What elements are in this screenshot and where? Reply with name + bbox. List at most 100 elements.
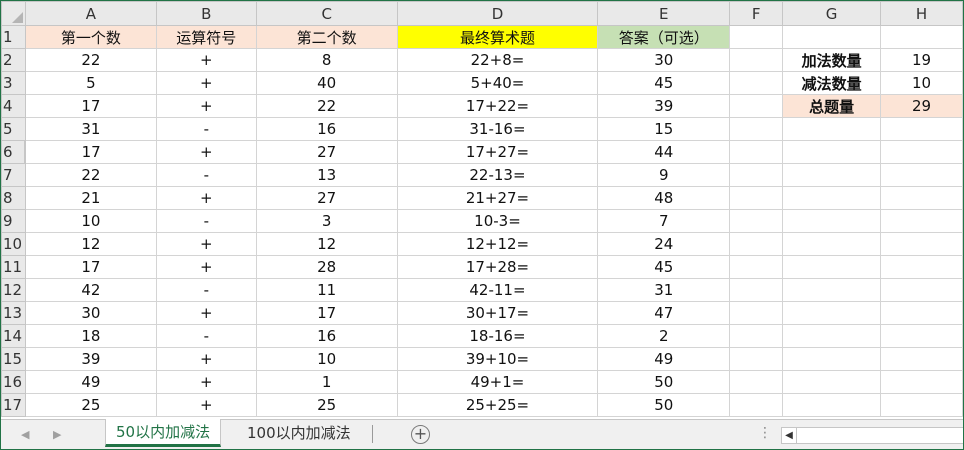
cell-e2[interactable]: 30 (597, 48, 731, 72)
row-header[interactable]: 3 (1, 71, 26, 95)
cell-b8[interactable]: + (155, 186, 257, 210)
cell-h13[interactable] (880, 301, 963, 325)
cell-d4[interactable]: 17+22= (396, 94, 599, 118)
cell-b13[interactable]: + (155, 301, 257, 325)
row-header[interactable]: 1 (1, 25, 26, 49)
scroll-left-arrow-icon[interactable]: ◀ (782, 428, 797, 443)
cell-e4[interactable]: 39 (597, 94, 731, 118)
cell-d1[interactable]: 最终算术题 (396, 25, 599, 49)
row-header[interactable]: 15 (1, 347, 26, 371)
cell-c13[interactable]: 17 (255, 301, 398, 325)
cell-e10[interactable]: 24 (597, 232, 731, 256)
column-header-f[interactable]: F (729, 1, 784, 26)
cell-a11[interactable]: 17 (24, 255, 157, 279)
cell-c12[interactable]: 11 (255, 278, 398, 302)
row-header[interactable]: 10 (1, 232, 26, 256)
column-header-a[interactable]: A (24, 1, 157, 26)
cell-c16[interactable]: 1 (255, 370, 398, 394)
cell-f7[interactable] (729, 163, 784, 187)
cell-c2[interactable]: 8 (255, 48, 398, 72)
cell-h11[interactable] (880, 255, 963, 279)
row-header[interactable]: 17 (1, 393, 26, 417)
cell-f1[interactable] (729, 25, 784, 49)
column-header-d[interactable]: D (396, 1, 599, 26)
cell-g17[interactable] (782, 393, 882, 417)
cell-c1[interactable]: 第二个数 (255, 25, 398, 49)
cell-e16[interactable]: 50 (597, 370, 731, 394)
row-header[interactable]: 6 (1, 140, 27, 164)
cell-f9[interactable] (729, 209, 784, 233)
cell-b16[interactable]: + (155, 370, 257, 394)
cell-h2[interactable]: 19 (880, 48, 963, 72)
cell-h12[interactable] (880, 278, 963, 302)
cell-a8[interactable]: 21 (24, 186, 157, 210)
cell-e11[interactable]: 45 (597, 255, 731, 279)
cell-g16[interactable] (782, 370, 882, 394)
cell-b3[interactable]: + (155, 71, 257, 95)
cell-b7[interactable]: - (155, 163, 257, 187)
cell-b10[interactable]: + (155, 232, 257, 256)
cell-b11[interactable]: + (155, 255, 257, 279)
cell-c17[interactable]: 25 (255, 393, 398, 417)
column-header-c[interactable]: C (255, 1, 398, 26)
cell-f15[interactable] (729, 347, 784, 371)
cell-h15[interactable] (880, 347, 963, 371)
cell-c14[interactable]: 16 (255, 324, 398, 348)
sheet-tab-50[interactable]: 50以内加减法 (105, 419, 222, 447)
cell-g1[interactable] (782, 25, 882, 49)
cell-h14[interactable] (880, 324, 963, 348)
cell-e13[interactable]: 47 (597, 301, 731, 325)
cell-a6[interactable]: 17 (24, 140, 157, 164)
cell-g4[interactable]: 总题量 (782, 94, 882, 118)
cell-d11[interactable]: 17+28= (396, 255, 599, 279)
cell-e12[interactable]: 31 (597, 278, 731, 302)
cell-d6[interactable]: 17+27= (396, 140, 599, 164)
cell-a4[interactable]: 17 (24, 94, 157, 118)
cell-e7[interactable]: 9 (597, 163, 731, 187)
cell-f2[interactable] (729, 48, 784, 72)
row-header[interactable]: 8 (1, 186, 26, 210)
cell-f6[interactable] (729, 140, 784, 164)
cell-f13[interactable] (729, 301, 784, 325)
cell-f12[interactable] (729, 278, 784, 302)
cell-d17[interactable]: 25+25= (396, 393, 599, 417)
cell-c3[interactable]: 40 (255, 71, 398, 95)
cell-h10[interactable] (880, 232, 963, 256)
cell-h16[interactable] (880, 370, 963, 394)
cell-b9[interactable]: - (155, 209, 257, 233)
cell-h5[interactable] (880, 117, 963, 141)
cell-c5[interactable]: 16 (255, 117, 398, 141)
scroll-tabs-right-icon[interactable]: ▶ (53, 428, 61, 441)
cell-f10[interactable] (729, 232, 784, 256)
row-header[interactable]: 11 (1, 255, 26, 279)
cell-a17[interactable]: 25 (24, 393, 157, 417)
cell-a1[interactable]: 第一个数 (24, 25, 157, 49)
cell-g15[interactable] (782, 347, 882, 371)
cell-h3[interactable]: 10 (880, 71, 963, 95)
cell-f17[interactable] (729, 393, 784, 417)
cell-g9[interactable] (782, 209, 882, 233)
cell-g12[interactable] (782, 278, 882, 302)
cell-h6[interactable] (880, 140, 963, 164)
cell-c15[interactable]: 10 (255, 347, 398, 371)
cell-g8[interactable] (782, 186, 882, 210)
cell-b5[interactable]: - (155, 117, 257, 141)
cell-c10[interactable]: 12 (255, 232, 398, 256)
horizontal-scrollbar[interactable]: ◀ (781, 427, 963, 444)
cell-c6[interactable]: 27 (255, 140, 398, 164)
cell-a2[interactable]: 22 (24, 48, 157, 72)
row-header[interactable]: 4 (1, 94, 26, 118)
cell-d13[interactable]: 30+17= (396, 301, 599, 325)
cell-a3[interactable]: 5 (24, 71, 157, 95)
cell-b14[interactable]: - (155, 324, 257, 348)
cell-c4[interactable]: 22 (255, 94, 398, 118)
row-header[interactable]: 12 (1, 278, 26, 302)
cell-b17[interactable]: + (155, 393, 257, 417)
cell-g5[interactable] (782, 117, 882, 141)
cell-g3[interactable]: 减法数量 (782, 71, 882, 95)
sheet-tab-100[interactable]: 100以内加减法 (237, 420, 361, 447)
row-header[interactable]: 9 (1, 209, 26, 233)
cell-a9[interactable]: 10 (24, 209, 157, 233)
cell-c7[interactable]: 13 (255, 163, 398, 187)
cell-d15[interactable]: 39+10= (396, 347, 599, 371)
